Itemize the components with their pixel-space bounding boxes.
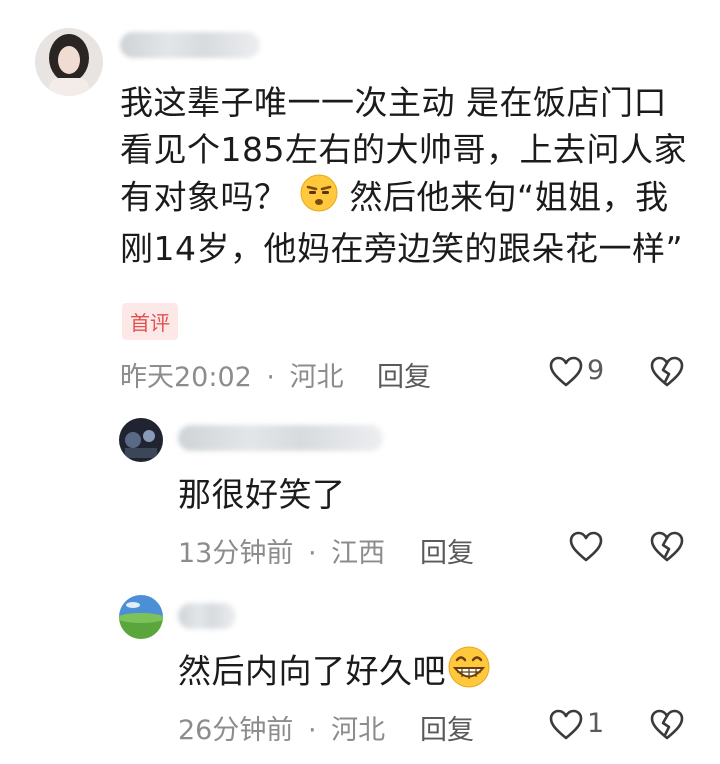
reply-avatar[interactable] <box>119 595 163 639</box>
commenter-name[interactable] <box>120 32 260 58</box>
comment-line: 刚14岁，他妈在旁边笑的跟朵花一样” <box>120 229 684 268</box>
comment-meta: 昨天20:02 · 河北 <box>120 355 344 394</box>
meta-separator: · <box>307 538 317 569</box>
heart-outline-icon[interactable] <box>549 709 583 741</box>
reply-time: 26分钟前 <box>178 715 294 746</box>
reply-time: 13分钟前 <box>178 538 294 569</box>
comment-line: 我这辈子唯一一次主动 是在饭店门口 <box>120 83 667 122</box>
unamused-emoji-icon <box>299 173 339 225</box>
reply-user-name[interactable] <box>178 603 236 629</box>
reply-content: 然后内向了好久吧 <box>178 645 492 701</box>
reply-meta: 13分钟前 · 江西 <box>178 531 385 570</box>
meta-separator: · <box>266 362 275 393</box>
comment-content: 我这辈子唯一一次主动 是在饭店门口 看见个185左右的大帅哥，上去问人家 有对象… <box>120 79 700 272</box>
reply-user-name[interactable] <box>178 425 383 451</box>
broken-heart-icon[interactable] <box>650 356 684 388</box>
reply-button[interactable]: 回复 <box>377 355 431 394</box>
like-count: 9 <box>587 355 605 386</box>
heart-outline-icon[interactable] <box>569 531 603 563</box>
commenter-avatar[interactable] <box>35 28 103 96</box>
comment-line: 有对象吗？ 然后他来句“姐姐，我 <box>120 173 700 225</box>
comment-location: 河北 <box>289 362 344 393</box>
reply-location: 河北 <box>331 715 386 746</box>
reply-avatar[interactable] <box>119 418 163 462</box>
comment-time: 昨天20:02 <box>120 362 252 393</box>
reply-location: 江西 <box>331 538 386 569</box>
reply-button[interactable]: 回复 <box>420 708 474 747</box>
reply-button[interactable]: 回复 <box>420 531 474 570</box>
heart-outline-icon[interactable] <box>549 356 583 388</box>
like-count: 1 <box>587 708 605 739</box>
broken-heart-icon[interactable] <box>650 531 684 563</box>
reply-content: 那很好笑了 <box>178 475 346 514</box>
broken-heart-icon[interactable] <box>650 709 684 741</box>
reply-meta: 26分钟前 · 河北 <box>178 708 385 747</box>
comment-line: 看见个185左右的大帅哥，上去问人家 <box>120 130 687 169</box>
first-comment-badge: 首评 <box>122 303 178 340</box>
meta-separator: · <box>307 715 317 746</box>
grinning-emoji-icon <box>446 645 492 701</box>
